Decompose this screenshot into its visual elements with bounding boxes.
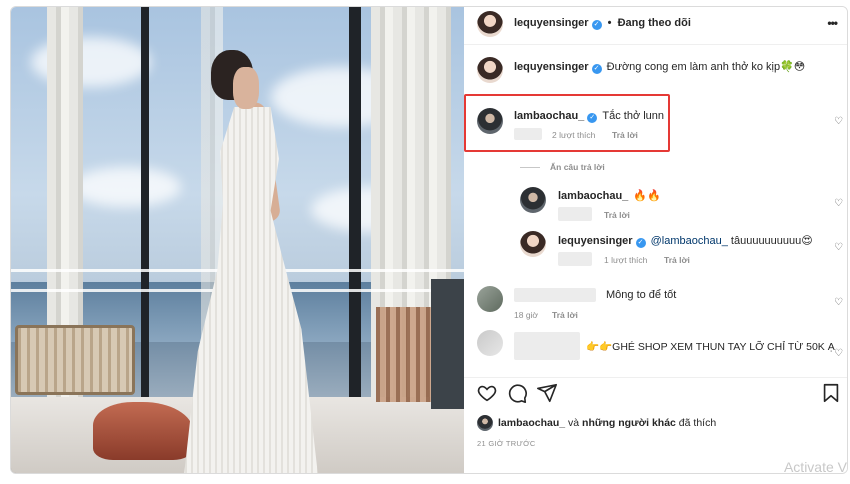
more-icon[interactable]: ••• — [827, 16, 838, 30]
verified-icon: ✓ — [591, 20, 602, 30]
likes-others[interactable]: những người khác — [582, 417, 676, 429]
comment-text: Tắc thở lunn — [602, 110, 665, 122]
avatar[interactable] — [477, 415, 493, 431]
mention-link[interactable]: @lambaochau_ — [651, 235, 728, 247]
avatar[interactable] — [477, 286, 503, 312]
reply-username[interactable]: lequyensinger — [558, 235, 633, 247]
heart-icon[interactable]: ♡ — [834, 298, 844, 308]
reply-button[interactable]: Trả lời — [664, 255, 690, 265]
caption-text: Đường cong em làm anh thở ko kịp🍀😳 — [606, 61, 806, 73]
likes-and: và — [565, 417, 583, 429]
reply-username[interactable]: lambaochau_ — [558, 190, 628, 202]
avatar[interactable] — [477, 108, 503, 134]
bookmark-icon[interactable] — [820, 382, 842, 404]
comments-panel: lequyensinger ✓ • Đang theo dõi ••• lequy… — [464, 7, 847, 474]
post-photo — [11, 7, 464, 473]
divider — [464, 377, 847, 378]
reply-button[interactable]: Trả lời — [552, 310, 578, 320]
comment-text: 👉👉GHÉ SHOP XEM THUN TAY LỠ CHỈ TỪ 50K Ạ — [586, 341, 835, 353]
comment-line: lambaochau_ ✓ Tắc thở lunn — [514, 110, 664, 123]
verified-icon: ✓ — [587, 113, 598, 123]
post-timestamp: 21 GIỜ TRƯỚC — [477, 439, 536, 448]
heart-icon[interactable]: ♡ — [834, 199, 844, 209]
header-username[interactable]: lequyensinger — [514, 17, 589, 29]
avatar[interactable] — [520, 187, 546, 213]
avatar[interactable] — [477, 57, 503, 83]
post-header: lequyensinger ✓ • Đang theo dõi ••• — [464, 7, 847, 45]
comment-text: Mông to để tốt — [606, 289, 677, 301]
heart-icon[interactable]: ♡ — [834, 243, 844, 253]
reply-line: lambaochau_ 🔥🔥 — [558, 189, 661, 202]
reply-line: lequyensinger ✓ @lambaochau_ tâuuuuuuuuuu… — [558, 234, 813, 248]
heart-icon[interactable] — [476, 382, 498, 404]
caption-line: lequyensinger ✓ Đường cong em làm anh thở… — [514, 60, 805, 74]
avatar[interactable] — [477, 330, 503, 356]
likes-suffix: đã thích — [675, 417, 717, 429]
reply-text: tâuuuuuuuuuu😍 — [727, 235, 813, 247]
verified-icon: ✓ — [591, 64, 602, 74]
heart-icon[interactable]: ♡ — [834, 117, 844, 127]
watermark: Activate V — [783, 459, 847, 474]
avatar[interactable] — [477, 11, 503, 37]
reply-button[interactable]: Trả lời — [604, 210, 630, 220]
reply-text: 🔥🔥 — [633, 190, 661, 202]
post-frame: lequyensinger ✓ • Đang theo dõi ••• lequy… — [10, 6, 848, 474]
verified-icon: ✓ — [635, 238, 646, 248]
likes-line: lambaochau_ và những người khác đã thích — [498, 417, 716, 429]
reply-button[interactable]: Trả lời — [612, 130, 638, 140]
separator: • — [607, 17, 612, 29]
comment-username[interactable]: lambaochau_ — [514, 110, 584, 122]
likes-username[interactable]: lambaochau_ — [498, 417, 565, 429]
header-username-wrap[interactable]: lequyensinger ✓ • Đang theo dõi — [514, 17, 691, 30]
caption-username[interactable]: lequyensinger — [514, 61, 589, 73]
heart-icon[interactable]: ♡ — [834, 349, 844, 359]
divider — [520, 167, 540, 168]
comment-likes[interactable]: 2 lượt thích — [552, 130, 595, 140]
avatar[interactable] — [520, 231, 546, 257]
comment-time: 18 giờ — [514, 310, 539, 320]
share-icon[interactable] — [536, 382, 558, 404]
hide-replies-button[interactable]: Ẩn câu trả lời — [550, 162, 605, 172]
comment-icon[interactable] — [506, 382, 528, 404]
follow-status[interactable]: Đang theo dõi — [618, 17, 691, 29]
reply-likes[interactable]: 1 lượt thích — [604, 255, 647, 265]
